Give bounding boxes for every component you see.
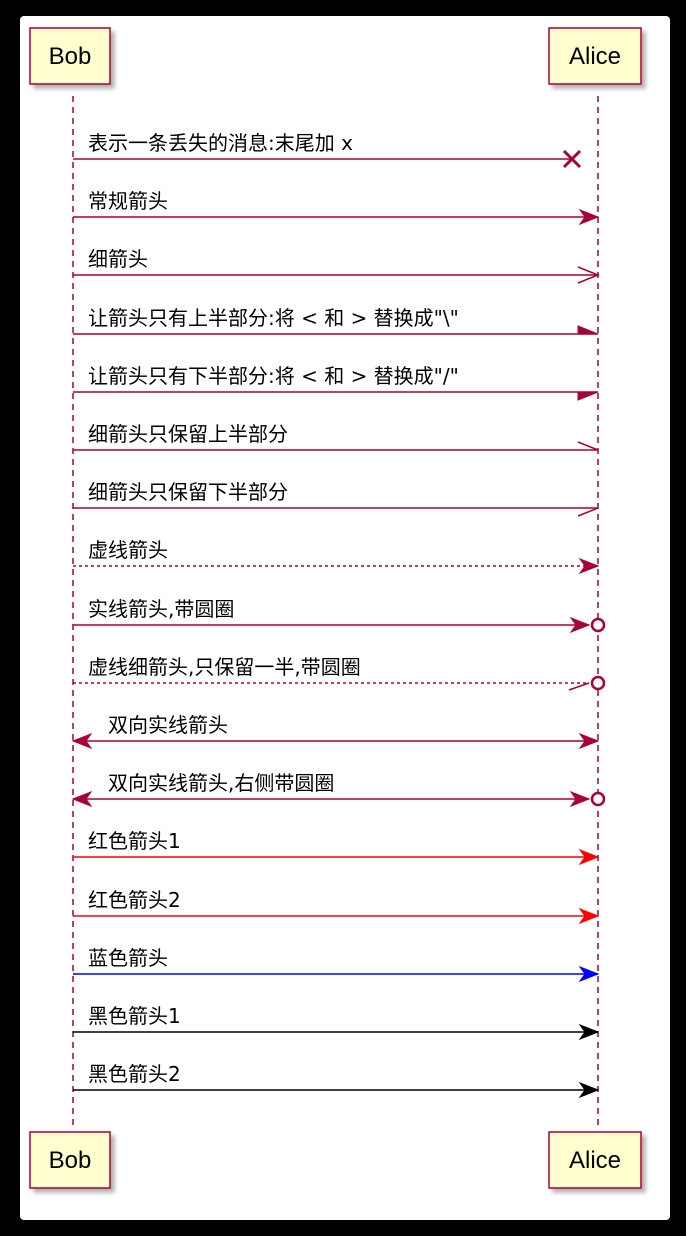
participant-label: Bob [49,43,92,70]
message-2: 常规箭头 [73,189,600,226]
diagram-canvas: Bob Alice Bob Alice 表示一条丢失的消息:末尾加 x 常规箭头细… [20,16,670,1220]
message-label: 实线箭头,带圆圈 [88,597,234,621]
message-label: 表示一条丢失的消息:末尾加 x [88,131,353,155]
message-label: 双向实线箭头 [108,713,228,737]
arrow-head [578,557,600,575]
message-5: 让箭头只有下半部分:将 < 和 > 替换成"/" [73,364,599,401]
message-label: 红色箭头2 [88,888,181,912]
arrow-head [577,507,599,517]
arrow-circle [590,675,606,691]
message-13: 红色箭头1 [73,829,600,866]
message-label: 双向实线箭头,右侧带圆圈 [108,771,334,795]
message-10: 虚线细箭头,只保留一半,带圆圈 [73,655,606,691]
message-label: 常规箭头 [88,189,168,213]
message-label: 黑色箭头2 [88,1062,181,1086]
participant-label: Bob [49,1147,92,1174]
message-3: 细箭头 [73,247,601,284]
message-14: 红色箭头2 [73,888,600,925]
message-label: 蓝色箭头 [88,946,168,970]
participant-bob-bottom: Bob [29,1131,111,1189]
message-label: 黑色箭头1 [88,1004,181,1028]
message-label: 细箭头 [88,247,148,271]
message-7: 细箭头只保留下半部分 [73,480,599,517]
message-4: 让箭头只有上半部分:将 < 和 > 替换成"\" [73,306,599,335]
arrow-circle [590,791,606,807]
arrow-circle [590,617,606,633]
participant-label: Alice [569,1147,621,1174]
message-label: 虚线细箭头,只保留一半,带圆圈 [88,655,361,679]
message-label: 虚线箭头 [88,538,168,562]
message-15: 蓝色箭头 [73,946,600,983]
arrow-head [568,682,590,691]
message-11: 双向实线箭头 [71,713,600,750]
message-label: 细箭头只保留上半部分 [88,422,288,446]
participant-bob-top: Bob [29,27,111,85]
arrow-head [577,441,599,451]
message-label: 细箭头只保留下半部分 [88,480,288,504]
sequence-diagram: Bob Alice Bob Alice 表示一条丢失的消息:末尾加 x 常规箭头细… [29,27,642,1189]
arrow-head [577,391,599,401]
message-12: 双向实线箭头,右侧带圆圈 [71,771,606,808]
message-6: 细箭头只保留上半部分 [73,422,599,451]
participant-alice-top: Alice [548,27,642,85]
messages-group: 表示一条丢失的消息:末尾加 x 常规箭头细箭头让箭头只有上半部分:将 < 和 > … [71,131,606,1099]
participant-alice-bottom: Alice [548,1131,642,1189]
message-9: 实线箭头,带圆圈 [73,597,606,634]
message-1: 表示一条丢失的消息:末尾加 x [73,131,582,169]
message-label: 让箭头只有上半部分:将 < 和 > 替换成"\" [88,306,459,330]
arrow-head [577,325,599,335]
message-8: 虚线箭头 [73,538,600,575]
message-17: 黑色箭头2 [73,1062,600,1099]
message-label: 红色箭头1 [88,829,181,853]
participant-label: Alice [569,43,621,70]
message-16: 黑色箭头1 [73,1004,600,1041]
message-label: 让箭头只有下半部分:将 < 和 > 替换成"/" [88,364,459,388]
